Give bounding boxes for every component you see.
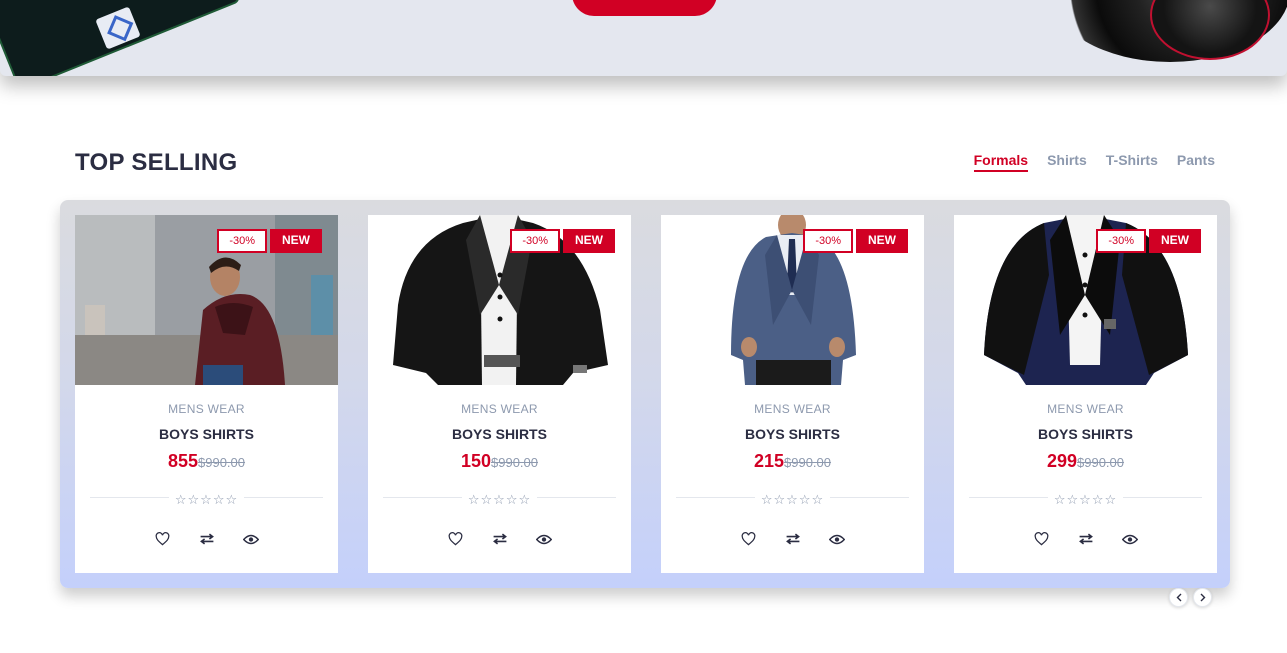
heart-icon[interactable] [1033,530,1051,548]
exchange-icon[interactable] [491,530,509,548]
star-rating: ☆☆☆☆☆ [168,493,245,508]
product-actions [75,530,338,548]
new-badge: NEW [270,229,322,253]
hero-banner [0,0,1287,76]
tab-pants[interactable]: Pants [1177,152,1215,172]
eye-icon[interactable] [242,530,260,548]
product-category: MENS WEAR [461,402,538,416]
old-price: $990.00 [1077,455,1125,470]
chevron-left-icon[interactable] [1169,588,1188,607]
product-price: 215$990.00 [661,451,924,472]
section-title: TOP SELLING [75,149,238,176]
new-badge: NEW [856,229,908,253]
exchange-icon[interactable] [1077,530,1095,548]
tab-formals[interactable]: Formals [973,152,1029,172]
current-price: 150 [460,451,492,471]
new-badge: NEW [563,229,615,253]
product-rating: ☆☆☆☆☆ [954,489,1217,508]
eye-icon[interactable] [828,530,846,548]
badge-group: -30% NEW [510,229,615,253]
product-card[interactable]: -30% NEW MENS WEAR BOYS SHIRTS 215$990.0… [661,215,924,573]
product-image[interactable]: -30% NEW [954,215,1217,385]
product-price: 299$990.00 [954,451,1217,472]
product-actions [954,530,1217,548]
discount-badge: -30% [803,229,853,253]
product-name[interactable]: BOYS SHIRTS [75,426,338,442]
new-badge: NEW [1149,229,1201,253]
product-name[interactable]: BOYS SHIRTS [368,426,631,442]
exchange-icon[interactable] [784,530,802,548]
hero-shop-button[interactable] [572,0,717,16]
product-actions [368,530,631,548]
star-rating: ☆☆☆☆☆ [461,493,538,508]
eye-icon[interactable] [1121,530,1139,548]
badge-group: -30% NEW [803,229,908,253]
product-card[interactable]: -30% NEW MENS WEAR BOYS SHIRTS 299$990.0… [954,215,1217,573]
product-price: 150$990.00 [368,451,631,472]
carousel-nav [1169,588,1212,607]
heart-icon[interactable] [154,530,172,548]
product-card[interactable]: -30% NEW MENS WEAR BOYS SHIRTS 150$990.0… [368,215,631,573]
product-rating: ☆☆☆☆☆ [661,489,924,508]
discount-badge: -30% [1096,229,1146,253]
discount-badge: -30% [510,229,560,253]
tab-shirts[interactable]: Shirts [1047,152,1087,172]
product-image[interactable]: -30% NEW [75,215,338,385]
product-name[interactable]: BOYS SHIRTS [661,426,924,442]
badge-group: -30% NEW [217,229,322,253]
old-price: $990.00 [198,455,246,470]
product-category: MENS WEAR [1047,402,1124,416]
product-actions [661,530,924,548]
badge-group: -30% NEW [1096,229,1201,253]
tab-t-shirts[interactable]: T-Shirts [1106,152,1158,172]
current-price: 855 [167,451,199,471]
product-name[interactable]: BOYS SHIRTS [954,426,1217,442]
heart-icon[interactable] [740,530,758,548]
heart-icon[interactable] [447,530,465,548]
old-price: $990.00 [491,455,539,470]
product-rating: ☆☆☆☆☆ [368,489,631,508]
discount-badge: -30% [217,229,267,253]
chevron-right-icon[interactable] [1193,588,1212,607]
product-image[interactable]: -30% NEW [661,215,924,385]
product-price: 855$990.00 [75,451,338,472]
star-rating: ☆☆☆☆☆ [754,493,831,508]
current-price: 299 [1046,451,1078,471]
star-rating: ☆☆☆☆☆ [1047,493,1124,508]
eye-icon[interactable] [535,530,553,548]
old-price: $990.00 [784,455,832,470]
product-category: MENS WEAR [168,402,245,416]
exchange-icon[interactable] [198,530,216,548]
product-rating: ☆☆☆☆☆ [75,489,338,508]
category-tabs: Formals Shirts T-Shirts Pants [973,152,1215,172]
product-image[interactable]: -30% NEW [368,215,631,385]
current-price: 215 [753,451,785,471]
product-category: MENS WEAR [754,402,831,416]
product-card[interactable]: -30% NEW MENS WEAR BOYS SHIRTS 855$990.0… [75,215,338,573]
